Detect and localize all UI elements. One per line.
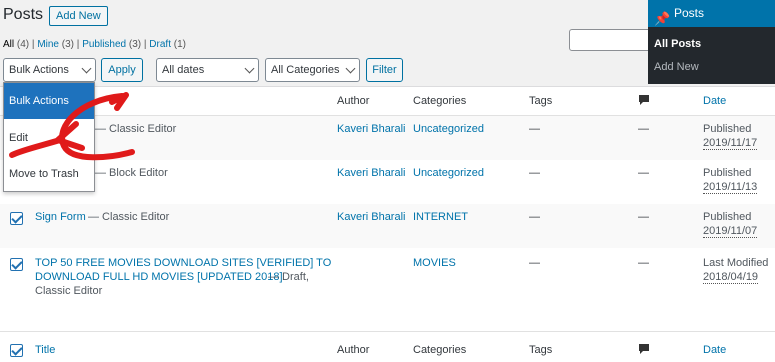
add-new-button[interactable]: Add New <box>49 6 108 26</box>
dates-select[interactable]: All dates <box>156 58 259 82</box>
post-title[interactable]: Sign Form <box>35 211 86 223</box>
col-date[interactable]: Date <box>703 344 726 356</box>
chevron-down-icon <box>81 63 92 74</box>
post-title-line-2[interactable]: DOWNLOAD FULL HD MOVIES [UPDATED 2018] <box>35 271 283 283</box>
col-title[interactable]: Title <box>35 344 55 356</box>
table-row: Sign Form — Classic Editor Kaveri Bharal… <box>0 204 775 248</box>
dates-label: All dates <box>162 64 205 76</box>
post-tags: — <box>529 257 540 269</box>
filter-all-count: (4) <box>16 39 30 50</box>
post-status: Published <box>703 167 752 179</box>
table-row: TOP 50 FREE MOVIES DOWNLOAD SITES [VERIF… <box>0 248 775 332</box>
menu-item-move-to-trash[interactable]: Move to Trash <box>4 156 94 192</box>
menu-item-bulk-actions[interactable]: Bulk Actions <box>4 83 94 119</box>
post-title-suffix: — Block Editor <box>95 167 168 179</box>
table-row: — Block Editor Kaveri Bharali Uncategori… <box>0 160 775 204</box>
bulk-actions-select[interactable]: Bulk Actions <box>3 58 96 82</box>
post-comments: — <box>638 257 649 269</box>
post-category[interactable]: Uncategorized <box>413 167 484 179</box>
post-status: Published <box>703 123 752 135</box>
pushpin-icon: 📌 <box>654 11 671 26</box>
post-tags: — <box>529 123 540 135</box>
filter-published-count: (3) <box>128 39 142 50</box>
post-category[interactable]: Uncategorized <box>413 123 484 135</box>
post-status: Last Modified <box>703 257 769 269</box>
search-input[interactable] <box>569 29 651 51</box>
post-title-suffix: — Classic Editor <box>88 211 170 223</box>
bulk-actions-menu: Bulk Actions Edit Move to Trash <box>3 82 95 192</box>
filter-draft[interactable]: Draft <box>149 39 171 50</box>
table-header: Author Categories Tags Date <box>0 87 775 116</box>
col-date[interactable]: Date <box>703 95 726 107</box>
post-comments: — <box>638 167 649 179</box>
row-checkbox[interactable] <box>10 258 23 271</box>
sidebar-item-posts[interactable]: 📌 Posts <box>648 0 775 27</box>
menu-item-edit[interactable]: Edit <box>4 120 94 156</box>
filter-all[interactable]: All <box>3 39 14 50</box>
col-tags: Tags <box>529 344 553 356</box>
table-footer: Title Author Categories Tags Date <box>0 337 775 362</box>
post-date: 2019/11/17 <box>703 137 758 150</box>
table-row: — Classic Editor Kaveri Bharali Uncatego… <box>0 116 775 160</box>
filter-mine-count: (3) <box>61 39 75 50</box>
post-date: 2019/11/07 <box>703 225 758 238</box>
post-comments: — <box>638 123 649 135</box>
col-author: Author <box>337 95 370 107</box>
col-author: Author <box>337 344 370 356</box>
post-title-suffix-2: Classic Editor <box>35 285 103 297</box>
sidebar-title: Posts <box>674 6 705 20</box>
apply-button[interactable]: Apply <box>101 58 143 82</box>
post-title-line-1[interactable]: TOP 50 FREE MOVIES DOWNLOAD SITES [VERIF… <box>35 257 331 269</box>
post-tags: — <box>529 167 540 179</box>
post-date: 2019/11/13 <box>703 181 758 194</box>
comments-icon <box>638 343 650 358</box>
post-status: Published <box>703 211 752 223</box>
col-categories: Categories <box>413 95 467 107</box>
post-category[interactable]: MOVIES <box>413 257 456 269</box>
row-checkbox[interactable] <box>10 212 23 225</box>
filter-button[interactable]: Filter <box>366 58 403 82</box>
admin-sidebar: 📌 Posts All Posts Add New <box>648 0 775 84</box>
comments-icon <box>638 94 650 109</box>
post-comments: — <box>638 211 649 223</box>
filter-draft-count: (1) <box>173 39 186 50</box>
sidebar-item-all-posts[interactable]: All Posts <box>654 38 701 50</box>
col-categories: Categories <box>413 344 467 356</box>
status-filters: All (4) | Mine (3) | Published (3) | Dra… <box>3 39 186 50</box>
post-title-suffix: — Draft, <box>268 271 309 283</box>
bulk-actions-label: Bulk Actions <box>9 64 69 76</box>
categories-select[interactable]: All Categories <box>265 58 360 82</box>
post-author[interactable]: Kaveri Bharali <box>337 167 405 179</box>
col-tags: Tags <box>529 95 553 107</box>
post-date: 2018/04/19 <box>703 271 759 284</box>
sidebar-item-add-new[interactable]: Add New <box>654 61 699 73</box>
post-author[interactable]: Kaveri Bharali <box>337 123 405 135</box>
post-category[interactable]: INTERNET <box>413 211 468 223</box>
chevron-down-icon <box>345 63 356 74</box>
chevron-down-icon <box>244 63 255 74</box>
filter-mine[interactable]: Mine <box>37 39 59 50</box>
select-all-checkbox[interactable] <box>10 344 23 357</box>
page-title: Posts <box>3 6 44 23</box>
post-title-suffix: — Classic Editor <box>95 123 177 135</box>
post-tags: — <box>529 211 540 223</box>
post-author[interactable]: Kaveri Bharali <box>337 211 405 223</box>
posts-table: Author Categories Tags Date — Classic Ed… <box>0 86 775 362</box>
categories-label: All Categories <box>271 64 340 76</box>
filter-published[interactable]: Published <box>82 39 126 50</box>
